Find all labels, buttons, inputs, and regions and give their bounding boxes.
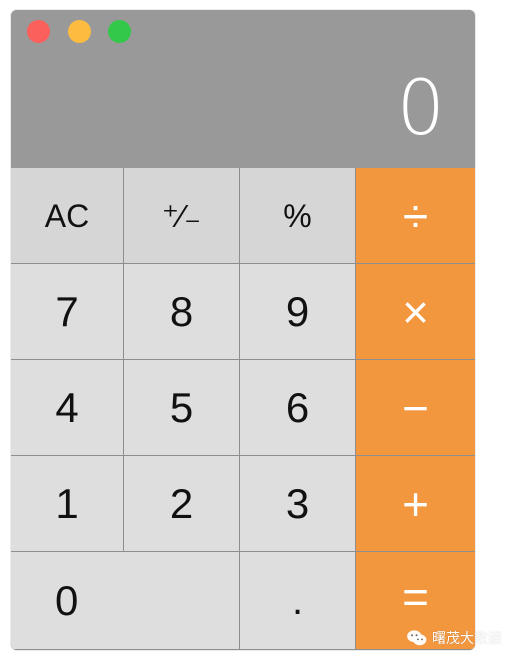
display-panel: 0 (11, 10, 475, 168)
minimize-window-button[interactable] (68, 20, 91, 43)
calculator-keypad: AC ⁺∕₋ % ÷ 7 8 9 × 4 5 6 − 1 2 3 + 0 . = (11, 168, 475, 650)
digit-0-button[interactable]: 0 (11, 552, 240, 650)
watermark-text: 曙茂大数据 (432, 630, 502, 646)
subtract-button[interactable]: − (356, 360, 475, 456)
digit-6-button[interactable]: 6 (240, 360, 356, 456)
digit-2-button[interactable]: 2 (124, 456, 240, 552)
calculator-window: 0 AC ⁺∕₋ % ÷ 7 8 9 × 4 5 6 − 1 2 3 + 0 .… (11, 10, 475, 650)
wechat-icon (407, 630, 427, 646)
digit-7-button[interactable]: 7 (11, 264, 124, 360)
digit-3-button[interactable]: 3 (240, 456, 356, 552)
maximize-window-button[interactable] (108, 20, 131, 43)
plus-minus-button[interactable]: ⁺∕₋ (124, 168, 240, 264)
digit-4-button[interactable]: 4 (11, 360, 124, 456)
digit-1-button[interactable]: 1 (11, 456, 124, 552)
divide-button[interactable]: ÷ (356, 168, 475, 264)
add-button[interactable]: + (356, 456, 475, 552)
watermark: 曙茂大数据 (406, 627, 502, 649)
multiply-button[interactable]: × (356, 264, 475, 360)
digit-9-button[interactable]: 9 (240, 264, 356, 360)
decimal-button[interactable]: . (240, 552, 356, 650)
digit-8-button[interactable]: 8 (124, 264, 240, 360)
digit-5-button[interactable]: 5 (124, 360, 240, 456)
close-window-button[interactable] (27, 20, 50, 43)
percent-button[interactable]: % (240, 168, 356, 264)
display-value: 0 (396, 63, 445, 152)
clear-button[interactable]: AC (11, 168, 124, 264)
